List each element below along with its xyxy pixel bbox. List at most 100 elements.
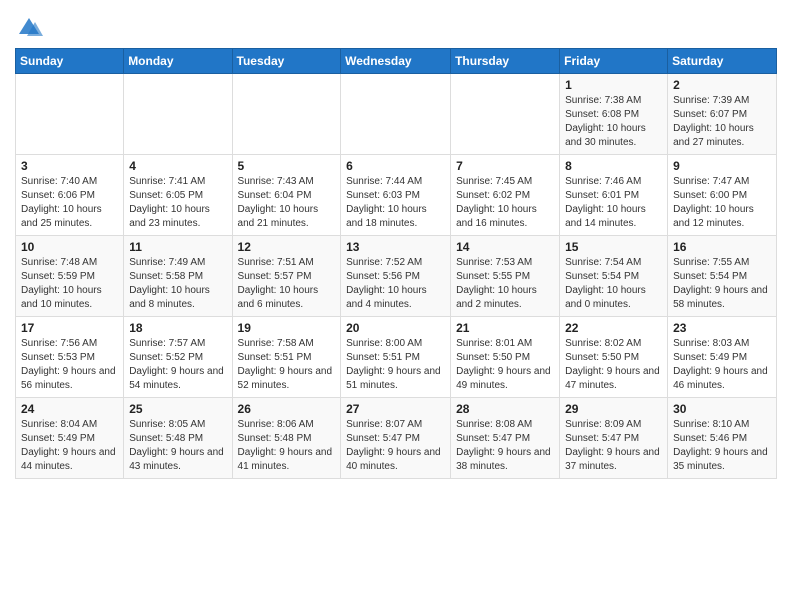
day-info: Sunrise: 7:46 AM Sunset: 6:01 PM Dayligh… — [565, 175, 662, 231]
calendar-week-3: 10 Sunrise: 7:48 AM Sunset: 5:59 PM Dayli… — [16, 236, 777, 317]
day-number: 18 — [129, 321, 226, 335]
calendar-cell — [341, 74, 451, 155]
calendar-cell: 7 Sunrise: 7:45 AM Sunset: 6:02 PM Daylig… — [451, 155, 560, 236]
day-info: Sunrise: 8:03 AM Sunset: 5:49 PM Dayligh… — [673, 337, 771, 393]
calendar-table: SundayMondayTuesdayWednesdayThursdayFrid… — [15, 48, 777, 479]
day-info: Sunrise: 7:38 AM Sunset: 6:08 PM Dayligh… — [565, 94, 662, 150]
calendar-week-5: 24Sunrise: 8:04 AM Sunset: 5:49 PM Dayli… — [16, 398, 777, 479]
calendar-cell: 28 Sunrise: 8:08 AM Sunset: 5:47 PM Dayli… — [451, 398, 560, 479]
logo — [15, 14, 45, 42]
day-info: Sunrise: 8:10 AM Sunset: 5:46 PM Dayligh… — [673, 418, 771, 474]
day-number: 26 — [238, 402, 336, 416]
calendar-cell: 27 Sunrise: 8:07 AM Sunset: 5:47 PM Dayli… — [341, 398, 451, 479]
calendar-cell: 4 Sunrise: 7:41 AM Sunset: 6:05 PM Daylig… — [124, 155, 232, 236]
calendar-cell — [232, 74, 341, 155]
calendar-cell: 23 Sunrise: 8:03 AM Sunset: 5:49 PM Dayli… — [668, 317, 777, 398]
day-info: Sunrise: 8:09 AM Sunset: 5:47 PM Dayligh… — [565, 418, 662, 474]
calendar-cell: 29 Sunrise: 8:09 AM Sunset: 5:47 PM Dayli… — [560, 398, 668, 479]
calendar-cell: 10 Sunrise: 7:48 AM Sunset: 5:59 PM Dayli… — [16, 236, 124, 317]
day-info: Sunrise: 7:49 AM Sunset: 5:58 PM Dayligh… — [129, 256, 226, 312]
day-info: Sunrise: 7:45 AM Sunset: 6:02 PM Dayligh… — [456, 175, 554, 231]
day-info: Sunrise: 8:05 AM Sunset: 5:48 PM Dayligh… — [129, 418, 226, 474]
calendar-cell: 12 Sunrise: 7:51 AM Sunset: 5:57 PM Dayli… — [232, 236, 341, 317]
day-number: 17 — [21, 321, 118, 335]
calendar-cell: 11 Sunrise: 7:49 AM Sunset: 5:58 PM Dayli… — [124, 236, 232, 317]
day-number: 2 — [673, 78, 771, 92]
day-number: 8 — [565, 159, 662, 173]
day-number: 1 — [565, 78, 662, 92]
calendar-week-2: 3 Sunrise: 7:40 AM Sunset: 6:06 PM Daylig… — [16, 155, 777, 236]
weekday-header-tuesday: Tuesday — [232, 49, 341, 74]
day-number: 10 — [21, 240, 118, 254]
day-number: 19 — [238, 321, 336, 335]
calendar-cell: 1 Sunrise: 7:38 AM Sunset: 6:08 PM Daylig… — [560, 74, 668, 155]
day-number: 16 — [673, 240, 771, 254]
day-info: Sunrise: 7:56 AM Sunset: 5:53 PM Dayligh… — [21, 337, 118, 393]
day-number: 22 — [565, 321, 662, 335]
logo-icon — [15, 14, 43, 42]
day-number: 13 — [346, 240, 445, 254]
day-info: Sunrise: 8:00 AM Sunset: 5:51 PM Dayligh… — [346, 337, 445, 393]
calendar-cell: 24Sunrise: 8:04 AM Sunset: 5:49 PM Dayli… — [16, 398, 124, 479]
calendar-cell — [124, 74, 232, 155]
calendar-cell — [451, 74, 560, 155]
calendar-cell: 16 Sunrise: 7:55 AM Sunset: 5:54 PM Dayli… — [668, 236, 777, 317]
day-number: 12 — [238, 240, 336, 254]
day-number: 25 — [129, 402, 226, 416]
weekday-header-wednesday: Wednesday — [341, 49, 451, 74]
day-number: 4 — [129, 159, 226, 173]
weekday-header-saturday: Saturday — [668, 49, 777, 74]
day-number: 24 — [21, 402, 118, 416]
day-info: Sunrise: 7:55 AM Sunset: 5:54 PM Dayligh… — [673, 256, 771, 312]
day-number: 11 — [129, 240, 226, 254]
day-number: 15 — [565, 240, 662, 254]
day-info: Sunrise: 7:51 AM Sunset: 5:57 PM Dayligh… — [238, 256, 336, 312]
day-number: 29 — [565, 402, 662, 416]
day-info: Sunrise: 7:41 AM Sunset: 6:05 PM Dayligh… — [129, 175, 226, 231]
day-number: 5 — [238, 159, 336, 173]
day-number: 28 — [456, 402, 554, 416]
weekday-header-monday: Monday — [124, 49, 232, 74]
day-info: Sunrise: 8:01 AM Sunset: 5:50 PM Dayligh… — [456, 337, 554, 393]
calendar-cell: 30 Sunrise: 8:10 AM Sunset: 5:46 PM Dayli… — [668, 398, 777, 479]
day-number: 30 — [673, 402, 771, 416]
weekday-header-thursday: Thursday — [451, 49, 560, 74]
day-info: Sunrise: 7:44 AM Sunset: 6:03 PM Dayligh… — [346, 175, 445, 231]
weekday-header-sunday: Sunday — [16, 49, 124, 74]
page-header — [15, 10, 777, 42]
day-info: Sunrise: 7:48 AM Sunset: 5:59 PM Dayligh… — [21, 256, 118, 312]
day-info: Sunrise: 7:52 AM Sunset: 5:56 PM Dayligh… — [346, 256, 445, 312]
calendar-body: 1 Sunrise: 7:38 AM Sunset: 6:08 PM Daylig… — [16, 74, 777, 479]
calendar-cell: 21 Sunrise: 8:01 AM Sunset: 5:50 PM Dayli… — [451, 317, 560, 398]
day-info: Sunrise: 7:47 AM Sunset: 6:00 PM Dayligh… — [673, 175, 771, 231]
day-info: Sunrise: 7:54 AM Sunset: 5:54 PM Dayligh… — [565, 256, 662, 312]
day-info: Sunrise: 8:07 AM Sunset: 5:47 PM Dayligh… — [346, 418, 445, 474]
day-number: 6 — [346, 159, 445, 173]
day-number: 3 — [21, 159, 118, 173]
day-number: 21 — [456, 321, 554, 335]
day-number: 27 — [346, 402, 445, 416]
calendar-cell: 19Sunrise: 7:58 AM Sunset: 5:51 PM Dayli… — [232, 317, 341, 398]
day-info: Sunrise: 8:02 AM Sunset: 5:50 PM Dayligh… — [565, 337, 662, 393]
day-number: 23 — [673, 321, 771, 335]
calendar-cell: 25 Sunrise: 8:05 AM Sunset: 5:48 PM Dayli… — [124, 398, 232, 479]
calendar-cell: 15 Sunrise: 7:54 AM Sunset: 5:54 PM Dayli… — [560, 236, 668, 317]
day-info: Sunrise: 7:40 AM Sunset: 6:06 PM Dayligh… — [21, 175, 118, 231]
calendar-cell: 18Sunrise: 7:57 AM Sunset: 5:52 PM Dayli… — [124, 317, 232, 398]
calendar-week-4: 17 Sunrise: 7:56 AM Sunset: 5:53 PM Dayli… — [16, 317, 777, 398]
calendar-header: SundayMondayTuesdayWednesdayThursdayFrid… — [16, 49, 777, 74]
day-info: Sunrise: 7:39 AM Sunset: 6:07 PM Dayligh… — [673, 94, 771, 150]
calendar-header-row: SundayMondayTuesdayWednesdayThursdayFrid… — [16, 49, 777, 74]
calendar-cell: 3 Sunrise: 7:40 AM Sunset: 6:06 PM Daylig… — [16, 155, 124, 236]
calendar-cell: 22 Sunrise: 8:02 AM Sunset: 5:50 PM Dayli… — [560, 317, 668, 398]
day-info: Sunrise: 7:53 AM Sunset: 5:55 PM Dayligh… — [456, 256, 554, 312]
day-number: 20 — [346, 321, 445, 335]
calendar-cell: 8 Sunrise: 7:46 AM Sunset: 6:01 PM Daylig… — [560, 155, 668, 236]
calendar-cell — [16, 74, 124, 155]
day-number: 7 — [456, 159, 554, 173]
calendar-cell: 2 Sunrise: 7:39 AM Sunset: 6:07 PM Daylig… — [668, 74, 777, 155]
weekday-header-friday: Friday — [560, 49, 668, 74]
calendar-cell: 26Sunrise: 8:06 AM Sunset: 5:48 PM Dayli… — [232, 398, 341, 479]
day-info: Sunrise: 8:08 AM Sunset: 5:47 PM Dayligh… — [456, 418, 554, 474]
day-number: 14 — [456, 240, 554, 254]
